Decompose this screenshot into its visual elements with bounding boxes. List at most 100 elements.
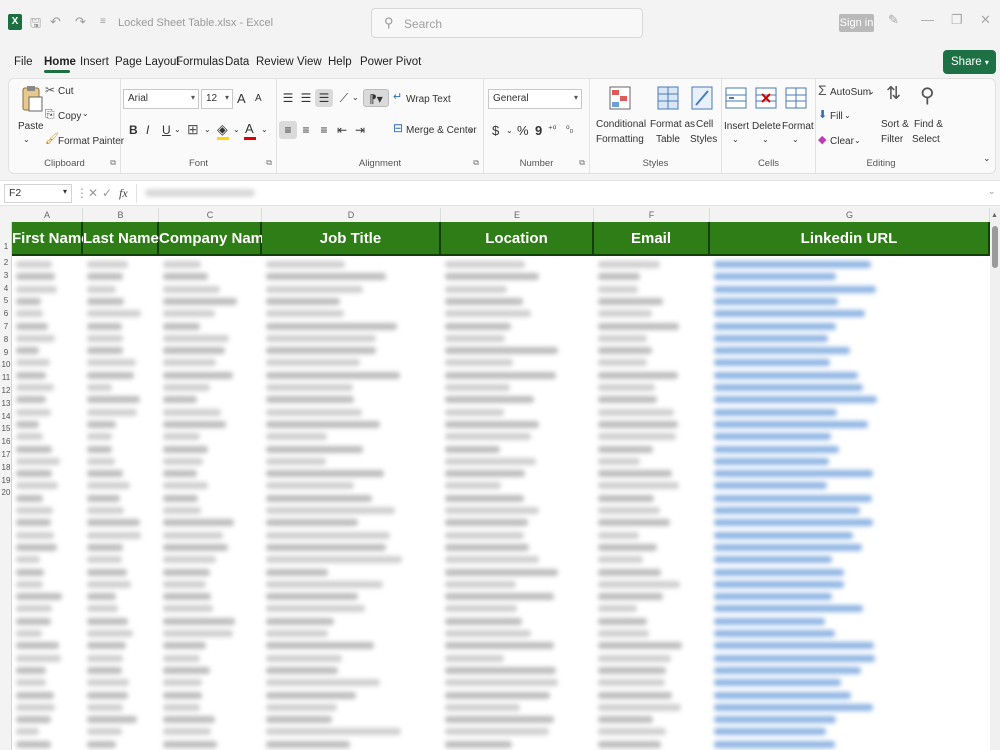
header-location[interactable]: Location: [441, 222, 594, 256]
header-last-name[interactable]: Last Name: [83, 222, 159, 256]
sort-filter-button[interactable]: Sort &: [881, 119, 909, 130]
autosum-button[interactable]: AutoSum: [830, 87, 871, 98]
chevron-down-icon[interactable]: ⌄: [854, 136, 861, 145]
column-header-f[interactable]: F: [594, 208, 710, 222]
redo-icon[interactable]: ↷: [75, 14, 86, 30]
increase-indent-icon[interactable]: ⇥: [351, 121, 369, 139]
vertical-scrollbar[interactable]: ▲: [990, 208, 1000, 750]
underline-button[interactable]: U: [162, 123, 171, 137]
tab-home[interactable]: Home: [44, 56, 76, 68]
row-number[interactable]: 5: [0, 296, 12, 305]
align-middle-icon[interactable]: ☰: [297, 89, 315, 107]
tab-view[interactable]: View: [297, 56, 322, 68]
row-number[interactable]: 12: [0, 386, 12, 395]
conditional-formatting-button[interactable]: Conditional: [596, 119, 646, 130]
copy-button[interactable]: Copy: [58, 111, 81, 122]
borders-icon[interactable]: ⊞: [187, 121, 199, 138]
chevron-down-icon[interactable]: ⌄: [468, 125, 475, 134]
tab-power-pivot[interactable]: Power Pivot: [360, 56, 421, 68]
italic-button[interactable]: I: [146, 123, 149, 137]
customize-qat-icon[interactable]: ≡: [100, 16, 106, 27]
chevron-down-icon[interactable]: ⌄: [352, 93, 359, 102]
insert-button[interactable]: Insert: [724, 121, 749, 132]
column-header-d[interactable]: D: [262, 208, 441, 222]
cancel-icon[interactable]: ✕: [88, 186, 98, 200]
row-number[interactable]: 19: [0, 476, 12, 485]
row-number[interactable]: 18: [0, 463, 12, 472]
dialog-launcher-icon[interactable]: ⧉: [579, 158, 585, 168]
chevron-down-icon[interactable]: ⌄: [762, 135, 769, 144]
tab-data[interactable]: Data: [225, 56, 249, 68]
chevron-down-icon[interactable]: ⌄: [844, 111, 851, 120]
align-center-icon[interactable]: ≡: [297, 121, 315, 139]
paste-button[interactable]: Paste: [18, 121, 44, 132]
find-select-button[interactable]: Find &: [914, 119, 943, 130]
currency-button[interactable]: $: [492, 123, 499, 138]
header-company-name[interactable]: Company Name: [159, 222, 272, 256]
format-button[interactable]: Format: [782, 121, 814, 132]
orientation-icon[interactable]: ⟋: [335, 89, 353, 107]
chevron-down-icon[interactable]: ⌄: [82, 109, 89, 118]
cell-styles-button[interactable]: Cell: [696, 119, 713, 130]
decrease-font-icon[interactable]: A: [255, 93, 262, 104]
header-linkedin-url[interactable]: Linkedin URL: [710, 222, 990, 256]
merge-center-button[interactable]: Merge & Center: [406, 125, 477, 136]
chevron-down-icon[interactable]: ⌄: [868, 87, 875, 96]
decrease-indent-icon[interactable]: ⇤: [333, 121, 351, 139]
tab-help[interactable]: Help: [328, 56, 352, 68]
row-number[interactable]: 4: [0, 284, 12, 293]
fill-button[interactable]: Fill: [830, 111, 843, 122]
save-icon[interactable]: 🖫: [30, 14, 41, 36]
expand-formula-icon[interactable]: ⌄: [988, 186, 996, 197]
find-select-icon[interactable]: ⚲: [920, 83, 935, 108]
tab-review[interactable]: Review: [256, 56, 294, 68]
row-number[interactable]: 9: [0, 348, 12, 357]
chevron-down-icon[interactable]: ⌄: [233, 125, 240, 134]
chevron-down-icon[interactable]: ⌄: [174, 125, 181, 134]
column-header-b[interactable]: B: [83, 208, 159, 222]
header-job-title[interactable]: Job Title: [262, 222, 441, 256]
row-number[interactable]: 11: [0, 373, 12, 382]
tab-insert[interactable]: Insert: [80, 56, 109, 68]
row-number[interactable]: 16: [0, 437, 12, 446]
insert-cells-icon[interactable]: [724, 85, 750, 113]
row-number[interactable]: 10: [0, 360, 12, 369]
chevron-down-icon[interactable]: ⌄: [23, 135, 30, 144]
delete-cells-icon[interactable]: [754, 85, 780, 113]
row-number[interactable]: 13: [0, 399, 12, 408]
cut-button[interactable]: Cut: [58, 86, 74, 97]
align-bottom-icon[interactable]: ☰: [315, 89, 333, 107]
search-box[interactable]: ⚲ Search: [371, 8, 643, 38]
align-top-icon[interactable]: ☰: [279, 89, 297, 107]
chevron-down-icon[interactable]: ⌄: [204, 125, 211, 134]
worksheet-grid[interactable]: First Name Last Name Company Name Job Ti…: [12, 222, 990, 750]
pen-icon[interactable]: ✎: [888, 12, 899, 28]
tab-file[interactable]: File: [14, 56, 33, 68]
percent-button[interactable]: %: [517, 123, 529, 138]
comma-button[interactable]: 9: [535, 123, 542, 138]
row-number[interactable]: 1: [0, 242, 12, 251]
number-format-dropdown[interactable]: General ▾: [488, 89, 582, 109]
header-first-name[interactable]: First Name: [12, 222, 90, 256]
row-number[interactable]: 14: [0, 412, 12, 421]
insert-function-icon[interactable]: fx: [119, 186, 128, 201]
format-as-table-button[interactable]: Format as: [650, 119, 695, 130]
font-size-dropdown[interactable]: 12 ▾: [201, 89, 233, 109]
column-header-c[interactable]: C: [159, 208, 262, 222]
align-right-icon[interactable]: ≡: [315, 121, 333, 139]
sign-in-button[interactable]: Sign in: [839, 14, 874, 32]
row-number[interactable]: 20: [0, 488, 12, 497]
row-number[interactable]: 8: [0, 335, 12, 344]
chevron-down-icon[interactable]: ⌄: [792, 135, 799, 144]
column-header-a[interactable]: A: [12, 208, 83, 222]
increase-decimal-icon[interactable]: ⁺⁰: [548, 124, 556, 135]
tab-formulas[interactable]: Formulas: [176, 56, 224, 68]
decrease-decimal-icon[interactable]: ⁰₀: [566, 124, 573, 135]
minimize-icon[interactable]: —: [921, 12, 934, 27]
undo-icon[interactable]: ↶: [50, 14, 61, 30]
clear-button[interactable]: Clear: [830, 136, 854, 147]
scrollbar-thumb[interactable]: [992, 226, 998, 268]
column-header-e[interactable]: E: [441, 208, 594, 222]
share-button[interactable]: Share ▾: [943, 50, 996, 74]
row-number[interactable]: 15: [0, 424, 12, 433]
